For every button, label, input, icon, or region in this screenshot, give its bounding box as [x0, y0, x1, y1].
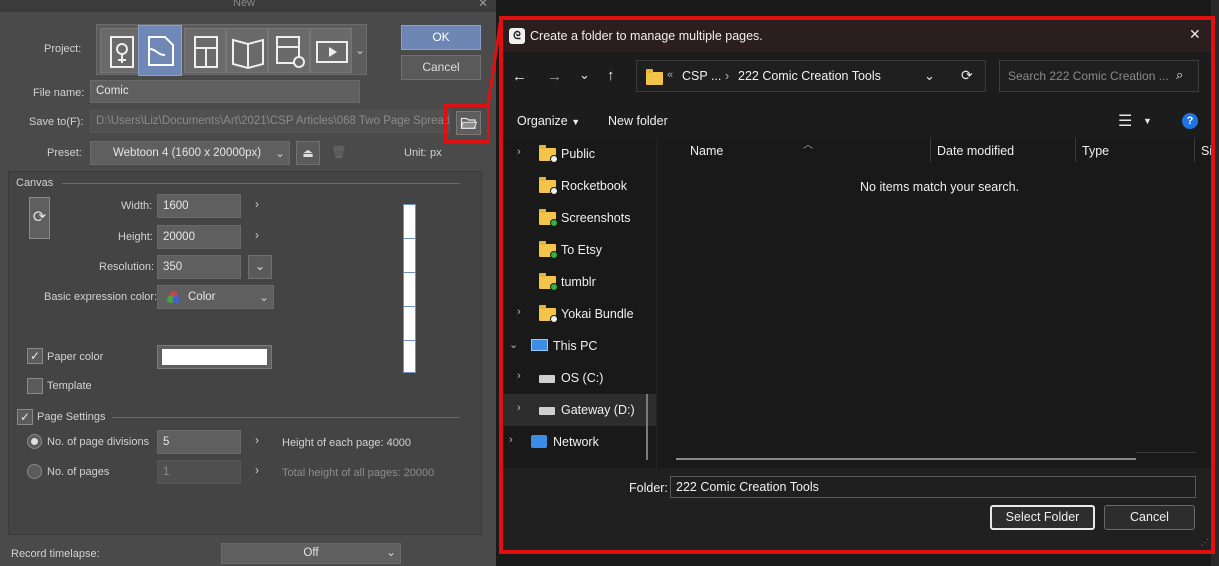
project-webtoon-button[interactable] — [138, 25, 182, 76]
page-divider-line — [404, 306, 415, 307]
divider — [112, 417, 460, 418]
rotate-icon: ⟳ — [32, 209, 47, 226]
dialog-title: New — [233, 0, 256, 9]
num-pages-input: 1 — [157, 460, 241, 484]
page-divider-line — [404, 340, 415, 341]
project-illustration-button[interactable] — [100, 28, 142, 73]
register-preset-button[interactable]: ⏏ — [296, 141, 320, 165]
page-divider-line — [404, 238, 415, 239]
trash-icon: 🗑 — [331, 145, 347, 159]
template-label: Template — [47, 380, 92, 392]
chevron-down-icon: ⌄ — [385, 545, 396, 559]
paper-color-label: Paper color — [47, 351, 104, 363]
page-divisions-radio[interactable] — [27, 434, 42, 449]
width-input[interactable]: 1600 — [157, 194, 241, 218]
book-icon — [232, 38, 264, 70]
chevron-down-icon: ⌄ — [258, 290, 269, 304]
project-comic-button[interactable] — [184, 28, 226, 73]
height-input[interactable]: 20000 — [157, 225, 241, 249]
page-divider-line — [404, 272, 415, 273]
highlight-box-browse — [444, 104, 490, 143]
chevron-right-icon[interactable]: › — [255, 197, 259, 211]
project-selector: ⌄ — [96, 24, 367, 76]
project-animation-button[interactable] — [310, 28, 352, 73]
expression-color-value: Color — [188, 291, 216, 303]
num-pages-radio[interactable] — [27, 464, 42, 479]
chevron-right-icon: › — [255, 463, 259, 477]
swap-dimensions-button[interactable]: ⟳ — [29, 197, 50, 239]
delete-preset-button[interactable]: 🗑 — [328, 141, 350, 165]
comic-page-icon — [194, 36, 218, 68]
highlight-connector — [486, 17, 503, 107]
expression-color-dropdown[interactable]: Color ⌄ — [157, 285, 274, 309]
canvas-preview — [403, 204, 416, 373]
preset-label: Preset: — [47, 147, 82, 159]
paper-color-checkbox[interactable]: ✓ — [27, 348, 43, 364]
total-height-text: Total height of all pages: 20000 — [282, 467, 435, 479]
file-name-input[interactable]: Comic — [90, 80, 360, 103]
save-to-path: D:\Users\Liz\Documents\Art\2021\CSP Arti… — [90, 110, 450, 133]
color-circles-icon — [166, 290, 181, 304]
expression-color-label: Basic expression color: — [44, 291, 158, 303]
page-divisions-label: No. of page divisions — [47, 436, 150, 448]
unit-label: Unit: — [404, 147, 427, 159]
timelapse-label: Record timelapse: — [11, 548, 100, 560]
template-checkbox[interactable] — [27, 378, 43, 394]
paper-color-swatch — [162, 349, 267, 365]
project-label: Project: — [44, 43, 82, 55]
page-settings-checkbox[interactable]: ✓ — [17, 409, 33, 425]
ok-button[interactable]: OK — [401, 25, 481, 50]
project-book-button[interactable] — [226, 28, 268, 73]
chevron-right-icon[interactable]: › — [255, 433, 259, 447]
height-label: Height: — [118, 231, 153, 243]
resolution-label: Resolution: — [99, 261, 155, 273]
timelapse-dropdown[interactable]: Off ⌄ — [221, 543, 401, 564]
new-file-dialog: New ✕ Project: ⌄ OK Cancel File name: Co… — [0, 0, 496, 566]
close-icon[interactable]: ✕ — [478, 0, 488, 10]
preset-dropdown[interactable]: Webtoon 4 (1600 x 20000px) ⌄ — [90, 141, 290, 165]
cancel-button[interactable]: Cancel — [401, 55, 481, 80]
page-settings-icon — [276, 36, 305, 68]
chevron-down-icon: ⌄ — [254, 259, 266, 273]
film-icon — [316, 41, 348, 63]
paper-color-swatch-button[interactable] — [157, 345, 272, 369]
chevron-right-icon[interactable]: › — [255, 228, 259, 242]
page-settings-label: Page Settings — [37, 411, 106, 423]
illustration-icon — [110, 36, 134, 68]
num-pages-label: No. of pages — [47, 466, 110, 478]
highlight-box-dialog — [499, 16, 1215, 554]
unit-value: px — [430, 147, 442, 159]
height-each-page-text: Height of each page: 4000 — [282, 437, 412, 449]
project-settings-button[interactable] — [268, 28, 310, 73]
register-preset-icon: ⏏ — [302, 146, 314, 160]
page-divisions-input[interactable]: 5 — [157, 430, 241, 454]
chevron-down-icon[interactable]: ⌄ — [355, 43, 365, 57]
webtoon-icon — [148, 36, 174, 66]
resolution-input[interactable]: 350 — [157, 255, 241, 279]
canvas-section-title: Canvas — [16, 177, 54, 189]
divider — [62, 183, 460, 184]
save-to-label: Save to(F): — [29, 116, 84, 128]
width-label: Width: — [121, 200, 153, 212]
resolution-dropdown-button[interactable]: ⌄ — [248, 255, 272, 279]
timelapse-value: Off — [303, 547, 319, 559]
preset-value: Webtoon 4 (1600 x 20000px) — [113, 147, 262, 159]
file-name-label: File name: — [33, 87, 85, 99]
chevron-down-icon: ⌄ — [274, 146, 285, 160]
